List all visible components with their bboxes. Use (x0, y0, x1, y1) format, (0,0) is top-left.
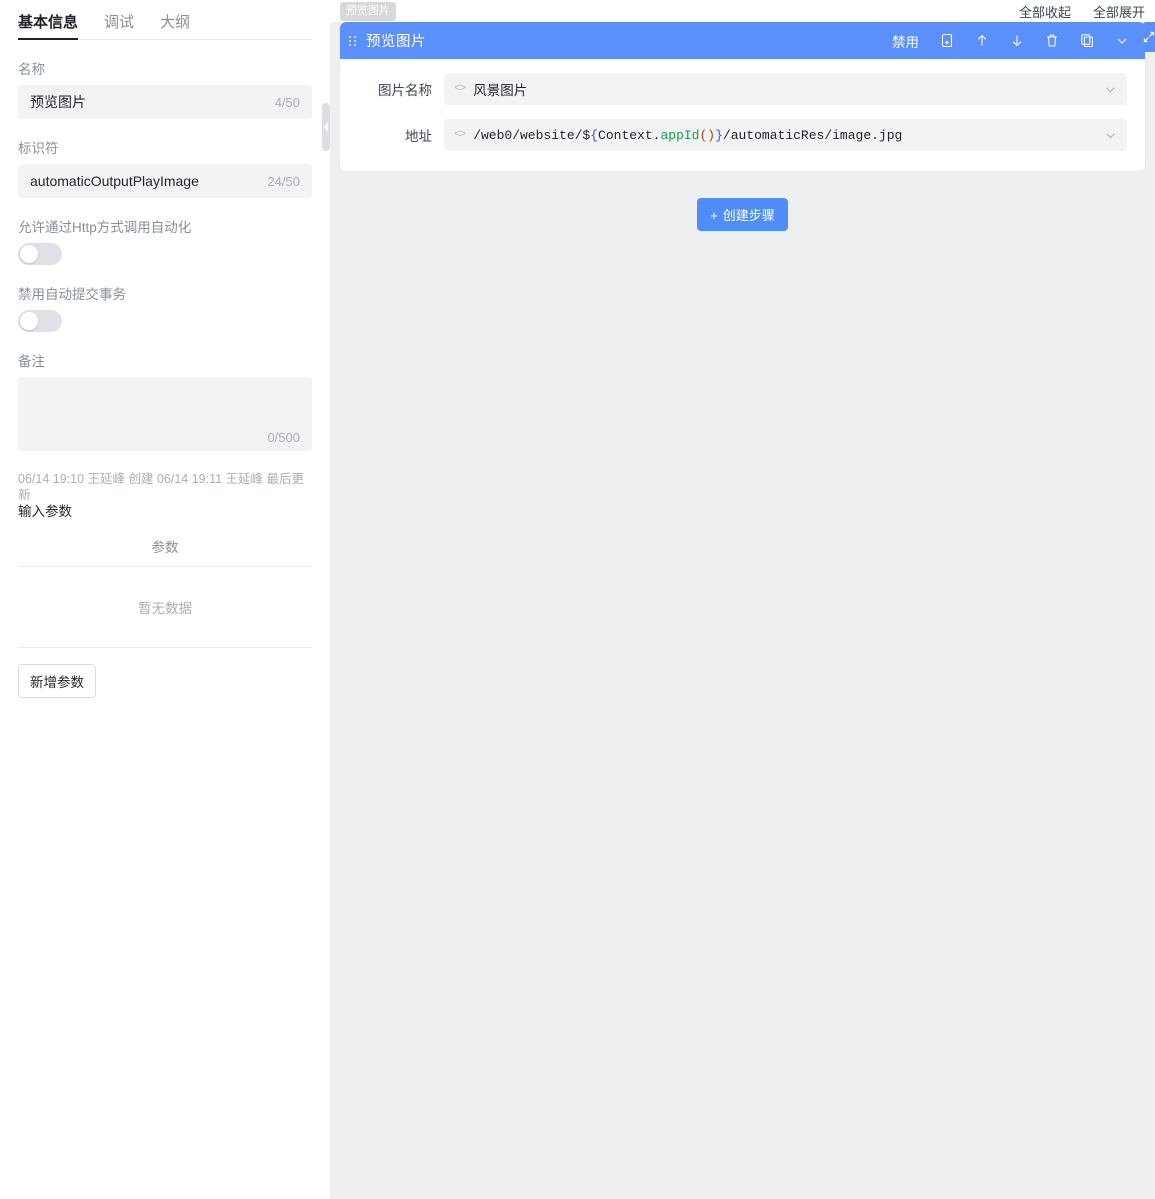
tab-debug-label: 调试 (104, 14, 135, 31)
expand-all-button[interactable]: 全部展开 (1093, 2, 1145, 21)
breadcrumb[interactable]: 预览图片 (340, 1, 396, 21)
address-token-brace: { (590, 127, 599, 143)
identifier-input-counter: 24/50 (267, 173, 300, 189)
input-params-table: 参数 暂无数据 (18, 528, 312, 648)
chevron-down-icon[interactable] (1114, 33, 1129, 48)
address-token-paren: () (699, 127, 716, 143)
left-panel-tabs: 基本信息 调试 大纲 (18, 0, 312, 40)
row-address-label: 地址 (405, 129, 432, 144)
code-brackets-icon: <> (454, 129, 466, 141)
identifier-input[interactable]: automaticOutputPlayImage 24/50 (18, 164, 312, 198)
identifier-field-label: 标识符 (18, 141, 59, 156)
address-token-fn: appId (660, 127, 700, 143)
code-brackets-icon: <> (454, 83, 466, 95)
row-address-input[interactable]: <> /web0/website/${Context.appId()}/auto… (444, 119, 1127, 151)
disable-step-button[interactable]: 禁用 (892, 31, 919, 51)
row-image-name-label: 图片名称 (378, 83, 432, 98)
trash-icon[interactable] (1044, 33, 1059, 48)
http-toggle-label: 允许通过Http方式调用自动化 (18, 220, 192, 235)
name-input-counter: 4/50 (274, 94, 300, 110)
expand-panel-icon[interactable] (1143, 22, 1155, 52)
step-card-header[interactable]: 预览图片 禁用 (340, 22, 1145, 59)
audit-meta-text: 06/14 19:10 王延峰 创建 06/14 19:11 王延峰 最后更新 (18, 472, 305, 502)
step-card: 预览图片 禁用 图片名称 <> 风景图片 地址 <> /web0/website… (340, 22, 1145, 171)
remark-textarea[interactable]: 0/500 (18, 377, 312, 451)
http-toggle-knob (20, 245, 38, 263)
input-params-section-title: 输入参数 (18, 504, 72, 519)
autocommit-toggle-switch[interactable] (18, 310, 62, 332)
address-token-plain: /web0/website/$ (473, 127, 591, 143)
chevron-down-icon[interactable] (1104, 129, 1117, 142)
arrow-down-icon[interactable] (1009, 33, 1024, 48)
plus-icon: + (710, 208, 718, 223)
drag-dots-icon[interactable] (349, 35, 357, 46)
name-input-value: 预览图片 (30, 94, 86, 110)
address-token-plain: /automaticRes/image.jpg (722, 127, 903, 143)
remark-field-label: 备注 (18, 354, 45, 369)
input-params-column-header: 参数 (18, 528, 312, 567)
arrow-up-icon[interactable] (974, 33, 989, 48)
name-input[interactable]: 预览图片 4/50 (18, 85, 312, 119)
right-panel-topbar: 预览图片 全部收起 全部展开 (330, 0, 1155, 22)
create-step-button[interactable]: + 创建步骤 (697, 198, 788, 231)
tab-outline[interactable]: 大纲 (160, 15, 190, 39)
autocommit-toggle-label: 禁用自动提交事务 (18, 287, 126, 302)
name-field-label: 名称 (18, 62, 45, 77)
row-image-name-value: 风景图片 (473, 83, 528, 98)
create-step-wrap: + 创建步骤 (340, 198, 1145, 231)
tab-debug[interactable]: 调试 (104, 15, 134, 39)
remark-textarea-counter: 0/500 (267, 430, 300, 445)
row-address-value: /web0/website/${Context.appId()}/automat… (473, 128, 1096, 143)
app-root: 基本信息 调试 大纲 名称 预览图片 4/50 标识符 automaticOut… (0, 0, 1155, 1199)
step-card-body: 图片名称 <> 风景图片 地址 <> /web0/website/${Conte… (340, 59, 1145, 171)
collapse-panel-handle[interactable] (322, 103, 330, 151)
right-flow-panel: 预览图片 全部收起 全部展开 预览图片 禁用 图片名称 <> 风景图片 地址 <… (330, 0, 1155, 1199)
collapse-all-button[interactable]: 全部收起 (1019, 2, 1071, 21)
input-params-empty-text: 暂无数据 (18, 567, 312, 648)
address-token-plain: Context. (598, 127, 661, 143)
right-panel-topbar-actions: 全部收起 全部展开 (1019, 2, 1145, 21)
row-image-name: 图片名称 <> 风景图片 (358, 73, 1127, 105)
chevron-left-icon (324, 122, 328, 132)
document-copy-icon[interactable] (939, 33, 954, 48)
left-properties-panel: 基本信息 调试 大纲 名称 预览图片 4/50 标识符 automaticOut… (0, 0, 330, 1199)
tab-basic-info-label: 基本信息 (18, 14, 79, 31)
tab-outline-label: 大纲 (160, 14, 191, 31)
chevron-down-icon[interactable] (1104, 83, 1117, 96)
tab-basic-info[interactable]: 基本信息 (18, 14, 79, 40)
step-card-title: 预览图片 (366, 34, 426, 50)
http-toggle-switch[interactable] (18, 243, 62, 265)
autocommit-toggle-knob (20, 312, 38, 330)
create-step-button-label: 创建步骤 (722, 208, 775, 223)
duplicate-icon[interactable] (1079, 33, 1094, 48)
identifier-input-value: automaticOutputPlayImage (30, 173, 199, 189)
row-image-name-input[interactable]: <> 风景图片 (444, 73, 1127, 105)
add-param-button[interactable]: 新增参数 (18, 664, 96, 698)
step-card-actions: 禁用 (892, 31, 1129, 51)
row-address: 地址 <> /web0/website/${Context.appId()}/a… (358, 119, 1127, 151)
address-token-brace: } (715, 127, 723, 143)
